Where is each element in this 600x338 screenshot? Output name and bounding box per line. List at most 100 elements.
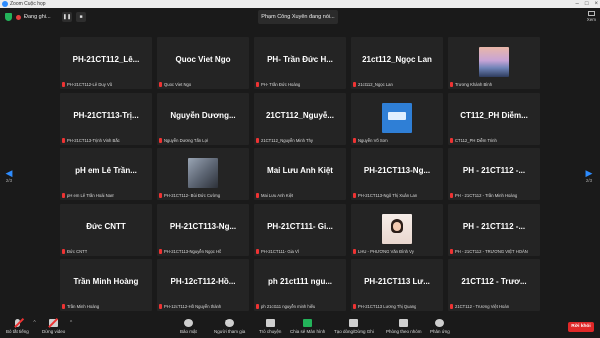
participant-name-label: PH-21CT113 Lương Thị Quang: [353, 303, 416, 310]
participant-tile[interactable]: PH-21CT113-Trị... PH-21CT113-Trịnh Vinh B…: [60, 92, 152, 145]
share-screen-button[interactable]: Chia sẻ Màn hình: [290, 319, 325, 334]
chevron-up-icon[interactable]: ^: [33, 320, 35, 326]
reactions-icon: [435, 319, 445, 327]
participant-name-label: PH - 21CT112 - TRƯƠNG VIỆT HOÀN: [450, 248, 528, 255]
participant-display-name: 21CT112_Nguyễ...: [265, 110, 335, 120]
participant-tile[interactable]: PH- Trần Đức H... PH- Trần Đức Hoàng: [254, 37, 346, 89]
microphone-muted-icon: [159, 193, 162, 198]
chevron-right-icon: ▶: [585, 168, 593, 178]
security-button[interactable]: Bảo mật: [180, 319, 197, 334]
maximize-icon[interactable]: □: [585, 0, 589, 8]
microphone-muted-icon: [256, 248, 259, 254]
participant-label-text: 21CT112_Nguyễn Minh Thy: [261, 137, 313, 143]
participant-tile[interactable]: CT112_PH Diễm... CT112_PH Diễm Trinh: [448, 92, 540, 145]
participant-tile[interactable]: Trương Khánh Bình: [448, 37, 540, 89]
participant-tile[interactable]: Mai Lưu Anh Kiệt Mai Lưu Anh Kiệt: [254, 148, 346, 200]
participant-name-label: 21CT112 - Trương Việt Hoàn: [450, 303, 509, 310]
unmute-button[interactable]: ^ Bỏ tắt tiếng: [6, 319, 36, 334]
meeting-topbar: Đang ghi... ❚❚ ■ Phạm Công Xuyên đang nó…: [0, 8, 600, 26]
participant-tile[interactable]: Nguyễn Võ Sơn: [351, 92, 443, 145]
participant-name-label: ph 21ct111 nguyễn minh hiếu: [256, 303, 315, 310]
participant-label-text: CT112_PH Diễm Trinh: [455, 137, 497, 143]
participant-label-text: Nguyễn Võ Sơn: [358, 137, 388, 143]
microphone-muted-icon: [159, 304, 162, 309]
video-gallery: PH-21CT112_Lê... PH-21CT112-Lê Duy Vũ Quoc…: [60, 37, 540, 311]
microphone-muted-icon: [62, 248, 65, 254]
participant-tile[interactable]: pH em Lê Trần... pH em Lê Trần Hoài Nam: [60, 148, 152, 200]
participants-button[interactable]: 70 Người tham gia: [214, 319, 245, 334]
participant-tile[interactable]: PH - 21CT112 -... PH - 21CT112 - TRƯƠNG V…: [448, 203, 540, 256]
participant-label-text: Nguyễn Dương Tấn Lợi: [164, 137, 209, 143]
breakout-rooms-label: Phòng theo nhóm: [386, 329, 422, 334]
participant-tile[interactable]: Nguyễn Dương... Nguyễn Dương Tấn Lợi: [157, 92, 249, 145]
chat-button[interactable]: Trò chuyện: [259, 319, 281, 334]
microphone-muted-icon: [450, 248, 453, 254]
participant-display-name: 21CT112 - Trươ...: [461, 277, 527, 286]
participant-display-name: PH-21CT113-Ng...: [363, 166, 431, 175]
chat-icon: [265, 319, 275, 327]
leave-button[interactable]: Rời khỏi: [568, 322, 594, 332]
participant-tile[interactable]: PH-21CT113-Ng... PH-21CT113-Nguyễn Ngọc H…: [157, 203, 249, 256]
participant-name-label: PH-21CT113-Nguyễn Ngọc Hồ: [159, 248, 221, 255]
microphone-muted-icon: [256, 82, 259, 87]
participant-tile[interactable]: Đức CNTT Đức CNTT: [60, 203, 152, 256]
participant-name-label: Trần Minh Hoàng: [62, 303, 99, 310]
security-shield-icon[interactable]: [5, 13, 12, 21]
participant-tile[interactable]: LHU - PHƯƠNG Văn Đình Vy: [351, 203, 443, 256]
participant-label-text: Trương Khánh Bình: [455, 82, 493, 87]
participant-name-label: Trương Khánh Bình: [450, 81, 492, 88]
participant-tile[interactable]: ph 21ct111 ngu... ph 21ct111 nguyễn minh …: [254, 259, 346, 311]
breakout-rooms-button[interactable]: Phòng theo nhóm: [386, 319, 422, 334]
stop-video-button[interactable]: ^ Dừng video: [42, 319, 72, 334]
participant-tile[interactable]: PH-21CT111- Gi... PH-21CT111- Gia Vĩ: [254, 203, 346, 256]
participant-tile[interactable]: PH-21CT113-Ng... PH-21CT113-Ngô Thị Xuân …: [351, 148, 443, 200]
participant-tile[interactable]: 21CT112 - Trươ... 21CT112 - Trương Việt H…: [448, 259, 540, 311]
participant-display-name: PH- Trần Đức H...: [267, 55, 333, 64]
page-indicator-left: 2/3: [5, 178, 13, 183]
participant-label-text: PH-21CT113-Trịnh Vinh Bắc: [67, 137, 120, 143]
participant-name-label: 21CT112_Nguyễn Minh Thy: [256, 137, 313, 144]
next-page-button[interactable]: ▶ 2/3: [584, 168, 594, 188]
participant-display-name: PH - 21CT112 -...: [462, 221, 526, 231]
record-button[interactable]: Tạo dòng/Dừng Ghi: [334, 319, 374, 334]
participant-label-text: Mai Lưu Anh Kiệt: [261, 193, 294, 198]
participant-name-label: LHU - PHƯƠNG Văn Đình Vy: [353, 248, 414, 255]
participant-name-label: PH-12cT112-Hồ Nguyễn thành: [159, 303, 221, 310]
participant-tile[interactable]: PH-21CT112_Lê... PH-21CT112-Lê Duy Vũ: [60, 37, 152, 89]
previous-page-button[interactable]: ◀ 2/3: [4, 168, 14, 188]
participant-name-label: Đức CNTT: [62, 248, 87, 255]
participant-avatar: [382, 213, 412, 244]
microphone-muted-icon: [159, 248, 162, 254]
chevron-up-icon[interactable]: ^: [70, 320, 72, 326]
close-icon[interactable]: ×: [594, 0, 598, 8]
participant-display-name: Đức CNTT: [86, 221, 126, 231]
participant-label-text: PH-21CT111- Gia Vĩ: [261, 248, 300, 254]
participant-label-text: 21ct112_Ngọc Lan: [358, 82, 393, 87]
view-button[interactable]: Xem: [587, 11, 596, 22]
minimize-icon[interactable]: –: [576, 0, 579, 8]
participant-label-text: 21CT112 - Trương Việt Hoàn: [455, 304, 510, 309]
participant-tile[interactable]: PH - 21CT112 -... PH - 21CT112 - Trần Min…: [448, 148, 540, 200]
chevron-left-icon: ◀: [5, 168, 13, 178]
participant-name-label: PH - 21CT112 - Trần Minh Hoàng: [450, 192, 517, 199]
security-icon: [183, 319, 193, 327]
participant-label-text: ph 21ct111 nguyễn minh hiếu: [261, 304, 316, 309]
microphone-muted-icon: [450, 304, 453, 309]
participant-display-name: Nguyễn Dương...: [170, 110, 236, 120]
participant-tile[interactable]: 21CT112_Nguyễ... 21CT112_Nguyễn Minh Thy: [254, 92, 346, 145]
camera-icon: [49, 319, 59, 327]
microphone-muted-icon: [450, 82, 453, 87]
participant-tile[interactable]: Trần Minh Hoàng Trần Minh Hoàng: [60, 259, 152, 311]
participant-label-text: pH em Lê Trần Hoài Nam: [67, 193, 115, 198]
participant-tile[interactable]: Quoc Viet Ngo Quoc Viet Ngo: [157, 37, 249, 89]
stop-icon[interactable]: ■: [76, 12, 86, 22]
participant-tile[interactable]: PH-21CT113 Lư... PH-21CT113 Lương Thị Qua…: [351, 259, 443, 311]
pause-icon[interactable]: ❚❚: [62, 12, 72, 22]
participant-tile[interactable]: PH-12cT112-Hồ... PH-12cT112-Hồ Nguyễn thà…: [157, 259, 249, 311]
participant-label-text: PH-21CT113-Nguyễn Ngọc Hồ: [164, 248, 222, 254]
reactions-button[interactable]: Phản ứng: [430, 319, 450, 334]
participant-name-label: Nguyễn Dương Tấn Lợi: [159, 137, 208, 144]
microphone-muted-icon: [159, 137, 162, 143]
participant-tile[interactable]: 21ct112_Ngọc Lan 21ct112_Ngọc Lan: [351, 37, 443, 89]
participant-tile[interactable]: PH-21CT112- Bùi Đức Cường: [157, 148, 249, 200]
